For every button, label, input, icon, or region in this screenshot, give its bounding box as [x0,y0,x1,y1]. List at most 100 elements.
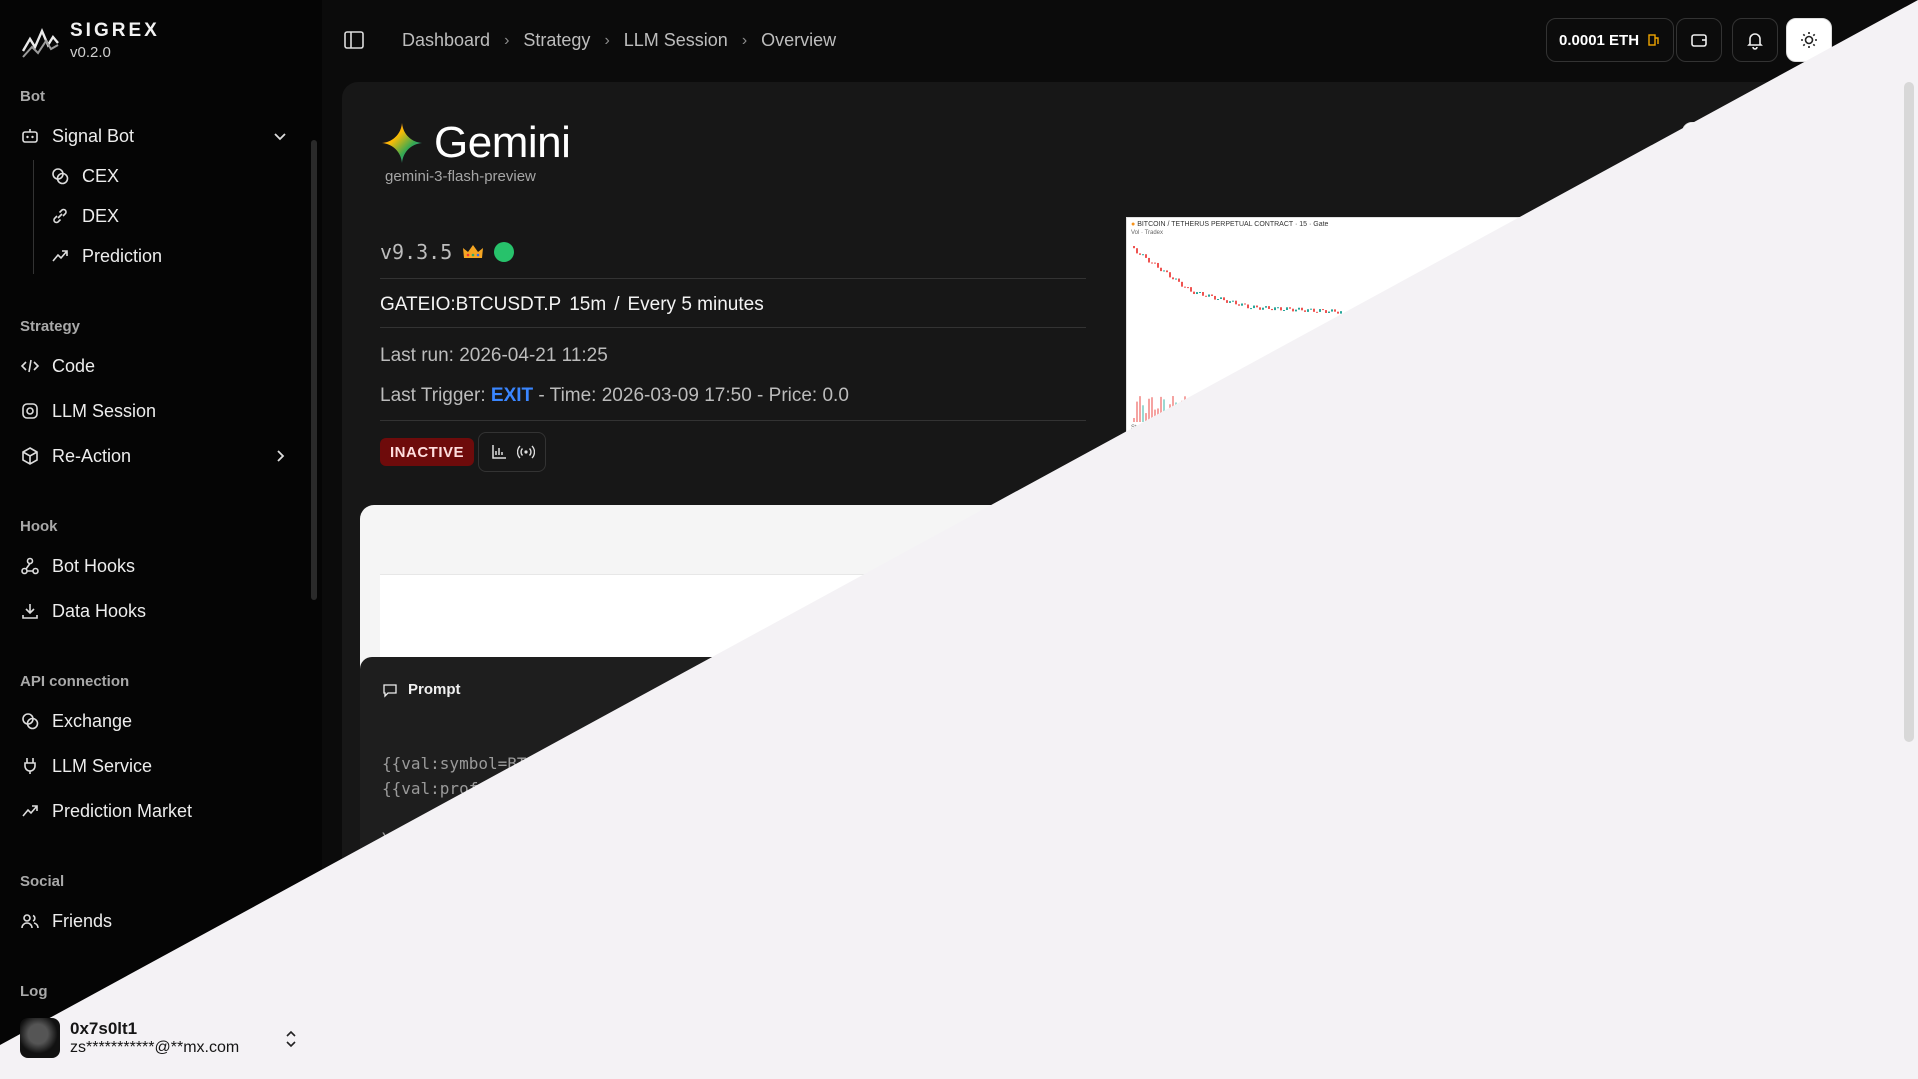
prompt-tab[interactable]: Prompt [382,681,461,698]
sidebar-item-label: Re-Action [52,445,132,466]
candle [1319,309,1321,312]
plug-icon [24,758,36,774]
candle [1163,270,1165,272]
crown-icon [463,245,484,258]
wallet-button[interactable] [1676,18,1722,62]
candle [1184,286,1186,288]
sidebar-item-label: Exchange [52,710,133,731]
candle [1289,307,1291,309]
candle [1223,297,1225,301]
candle [1136,248,1138,254]
candles [1133,246,1342,314]
candle [1217,299,1219,301]
candle [1160,267,1162,272]
sidebar-toggle-icon[interactable] [342,28,366,52]
candle [1220,297,1222,300]
sidebar-item-exchange[interactable]: Exchange [20,706,290,736]
breadcrumb-llm-session[interactable]: LLM Session [624,30,728,51]
candle [1313,308,1315,312]
section-bot: Bot [20,88,45,105]
sidebar-item-label: Friends [52,910,113,931]
sidebar-item-dex[interactable]: DEX [50,201,290,231]
divider [380,278,1086,279]
notifications-button[interactable] [1732,18,1778,62]
candle [1151,262,1153,264]
sidebar-item-cex[interactable]: CEX [50,161,290,191]
candle [1325,310,1327,313]
breadcrumb: Dashboard › Strategy › LLM Session › Ove… [402,30,836,51]
candle [1310,308,1312,310]
wallet-balance-button[interactable]: 0.0001 ETH [1546,18,1675,62]
symbol: GATEIO:BTCUSDT.P [380,294,562,315]
broadcast-icon[interactable] [516,443,535,461]
candle [1235,300,1237,305]
strategy-version: v9.3.5 [380,240,453,264]
candle [1340,311,1342,314]
candle [1295,309,1297,312]
brand[interactable]: SIGREX v0.2.0 [20,20,160,61]
sidebar-item-label: Prediction [82,245,163,266]
users-icon [21,914,39,929]
sidebar-item-prediction-market[interactable]: Prediction Market [20,796,290,826]
sun-icon [1801,32,1817,48]
sidebar-item-bot-hooks[interactable]: Bot Hooks [20,551,290,581]
candle [1280,307,1282,311]
candle [1169,272,1171,278]
candle [1247,304,1249,309]
chart-icon[interactable] [490,443,508,461]
sidebar-item-re-action[interactable]: Re-Action [20,441,290,471]
sidebar-item-llm-service[interactable]: LLM Service [20,751,290,781]
sidebar-item-label: Data Hooks [52,600,147,621]
symbol-row: GATEIO:BTCUSDT.P 15m / Every 5 minutes [380,294,764,316]
sidebar-item-prediction[interactable]: Prediction [50,241,290,271]
candle [1259,307,1261,310]
breadcrumb-overview: Overview [761,30,837,50]
volume-bar [1136,401,1138,422]
interval: 15m [569,294,607,315]
sidebar-item-llm-session[interactable]: LLM Session [20,396,290,426]
chevrons-up-down-icon[interactable] [282,1028,300,1050]
candle [1277,307,1279,309]
section-hook: Hook [20,518,58,535]
section-social: Social [20,873,65,890]
bot-icon [22,129,38,143]
candle [1229,301,1231,303]
volume-bar [1133,418,1135,422]
sidebar-item-label: LLM Session [52,400,157,421]
candle [1178,278,1180,282]
candle [1271,308,1273,311]
sidebar-scrollbar[interactable] [311,140,317,600]
chevron-right-icon[interactable] [270,446,290,466]
breadcrumb-separator: › [504,31,510,49]
sidebar-item-label: Prediction Market [52,800,193,821]
candle [1145,254,1147,258]
candle [1190,287,1192,292]
breadcrumb-strategy[interactable]: Strategy [523,30,590,51]
sigrex-logo-icon [21,27,59,58]
candle [1274,307,1276,311]
chevron-down-icon[interactable] [270,126,290,146]
sidebar-item-label: DEX [82,205,120,226]
sidebar-item-data-hooks[interactable]: Data Hooks [20,596,290,626]
candle [1244,303,1246,305]
action-icon-group [478,432,546,472]
candle [1226,300,1228,303]
breadcrumb-separator: › [741,31,748,49]
candle [1337,311,1339,314]
avatar [20,1018,60,1058]
user-menu[interactable]: 0x7s0lt1 zs***********@**mx.com [20,1018,300,1058]
candle [1208,294,1210,297]
breadcrumb-dashboard[interactable]: Dashboard [402,30,490,51]
page-scrollbar[interactable] [1904,82,1914,742]
candle [1232,300,1234,302]
candle [1175,278,1177,280]
last-trigger: Last Trigger: EXIT - Time: 2026-03-09 17… [380,385,849,407]
section-strategy: Strategy [20,318,81,335]
sidebar-item-signal-bot[interactable]: Signal Bot [20,121,290,151]
fuel-icon [1648,34,1659,46]
trend-up-icon [22,805,38,817]
candle [1187,287,1189,289]
candle [1214,295,1216,300]
candle [1181,281,1183,287]
sidebar-item-code[interactable]: Code [20,351,290,381]
